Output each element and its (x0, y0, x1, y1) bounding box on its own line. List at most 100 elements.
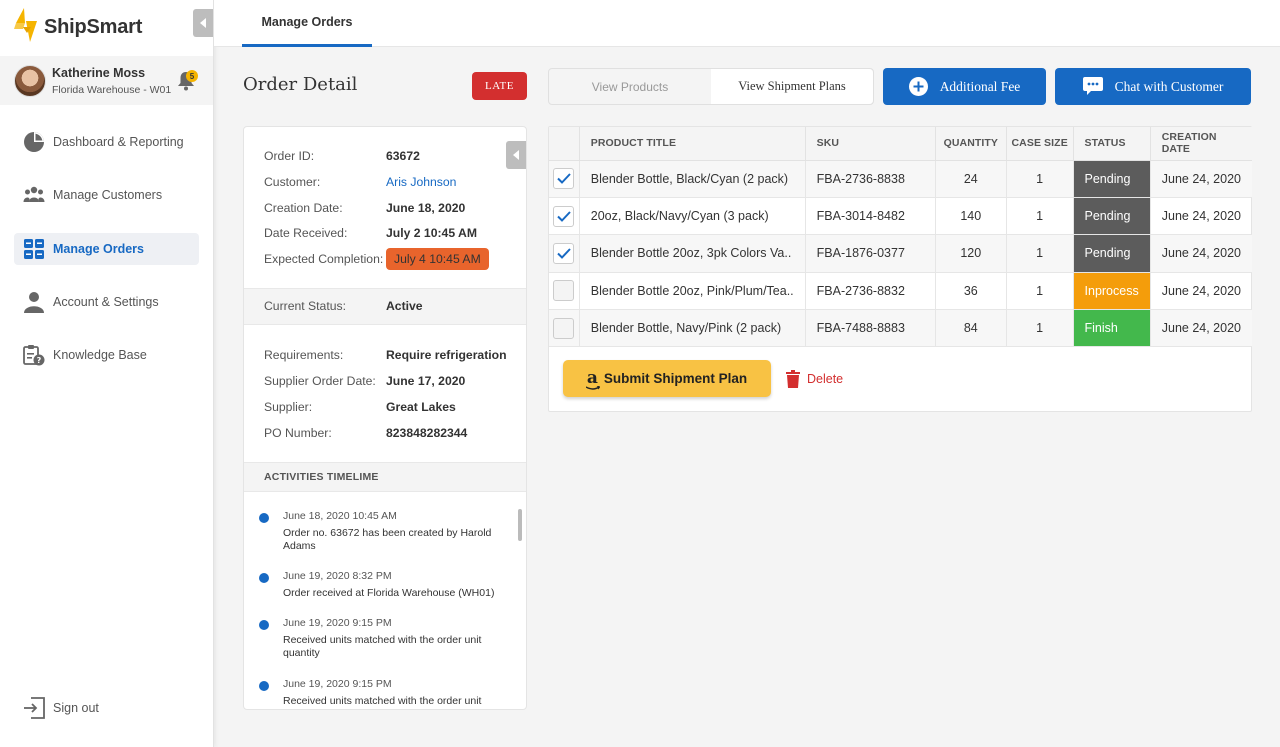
checkmark-icon (557, 173, 571, 185)
sidebar-item-label: Account & Settings (53, 294, 159, 309)
expected-completion-badge: July 4 10:45 AM (386, 248, 489, 270)
timeline-heading: ACTIVITIES TIMELIME (244, 462, 526, 492)
page-title: Order Detail (243, 74, 358, 95)
submit-shipment-plan-label: Submit Shipment Plan (603, 371, 748, 386)
timeline-scrollbar[interactable] (518, 509, 522, 541)
timeline-item: June 19, 2020 8:32 PM Order received at … (259, 570, 499, 600)
chat-with-customer-button[interactable]: Chat with Customer (1055, 68, 1251, 105)
svg-text:?: ? (37, 356, 42, 365)
additional-fee-button[interactable]: Additional Fee (883, 68, 1046, 105)
column-header-case-size[interactable]: CASE SIZE (1006, 127, 1074, 161)
field-current-status: Current Status: Active (264, 299, 423, 313)
card-collapse-button[interactable] (506, 141, 526, 169)
chat-bubble-icon (1082, 77, 1103, 96)
trash-icon (786, 370, 800, 388)
grid-list-icon (23, 238, 45, 260)
row-checkbox[interactable] (553, 317, 575, 339)
row-checkbox[interactable] (553, 205, 575, 227)
user-name: Katherine Moss (52, 65, 146, 80)
sidebar-item-customers[interactable]: Manage Customers (14, 179, 199, 211)
field-requirements: Requirements: Require refrigeration (264, 348, 507, 362)
sidebar-item-dashboard[interactable]: Dashboard & Reporting (14, 126, 199, 158)
sidebar-nav: Dashboard & Reporting Manage Customers M… (14, 126, 199, 392)
column-header-quantity[interactable]: QUANTITY (935, 127, 1007, 161)
table-row[interactable]: Blender Bottle 20oz, Pink/Plum/Tea.. FBA… (549, 272, 1252, 311)
sidebar-item-account[interactable]: Account & Settings (14, 286, 199, 318)
field-supplier: Supplier: Great Lakes (264, 400, 456, 414)
row-checkbox[interactable] (553, 242, 575, 264)
sign-out-label: Sign out (53, 701, 99, 715)
chevron-left-icon (513, 150, 519, 160)
avatar (14, 64, 46, 97)
timeline-dot-icon (259, 513, 269, 523)
delete-label: Delete (807, 372, 844, 386)
timeline-dot-icon (259, 620, 269, 630)
pie-chart-icon (23, 131, 45, 153)
user-profile[interactable]: Katherine Moss Florida Warehouse - W01 5 (0, 56, 213, 105)
sign-out-icon (23, 697, 45, 719)
status-badge: Pending (1073, 197, 1151, 236)
checkmark-icon (557, 248, 571, 259)
user-icon (23, 291, 45, 313)
status-badge: Inprocess (1073, 272, 1151, 311)
late-status-badge: LATE (472, 72, 527, 100)
amazon-logo-icon: a (585, 367, 600, 390)
sidebar: ShipSmart Katherine Moss Florida Warehou… (0, 0, 214, 747)
column-header-product-title[interactable]: PRODUCT TITLE (579, 127, 806, 161)
row-checkbox[interactable] (553, 280, 575, 302)
timeline-item: June 19, 2020 9:15 PM Received units mat… (259, 617, 499, 660)
shipment-products-table: PRODUCT TITLE SKU QUANTITY CASE SIZE STA… (548, 126, 1252, 412)
status-badge: Finish (1073, 309, 1151, 348)
sidebar-item-label: Knowledge Base (53, 348, 147, 363)
field-po-number: PO Number: 823848282344 (264, 426, 468, 440)
field-creation-date: Creation Date: June 18, 2020 (264, 201, 466, 215)
sidebar-item-knowledge-base[interactable]: ? Knowledge Base (14, 339, 199, 371)
sidebar-item-label: Manage Customers (53, 188, 163, 203)
order-id-value: 63672 (386, 149, 420, 163)
chevron-left-icon (200, 18, 206, 28)
sidebar-item-orders[interactable]: Manage Orders (14, 232, 199, 265)
chat-label: Chat with Customer (1114, 78, 1224, 94)
logo[interactable]: ShipSmart (14, 7, 142, 47)
clipboard-question-icon: ? (23, 344, 45, 366)
shipsmart-logo-icon (14, 7, 38, 47)
table-row[interactable]: 20oz, Black/Navy/Cyan (3 pack) FBA-3014-… (549, 197, 1252, 236)
select-column-header (549, 127, 580, 161)
column-header-creation-date[interactable]: CREATION DATE (1150, 127, 1252, 161)
notifications-button[interactable]: 5 (177, 70, 198, 91)
table-row[interactable]: Blender Bottle, Black/Cyan (2 pack) FBA-… (549, 160, 1252, 198)
sidebar-collapse-button[interactable] (193, 9, 213, 37)
activities-timeline[interactable]: June 18, 2020 10:45 AM Order no. 63672 h… (244, 493, 526, 709)
field-customer: Customer: Aris Johnson (264, 175, 457, 189)
top-tab-bar: Manage Orders (214, 0, 1280, 47)
sign-out-button[interactable]: Sign out (23, 697, 99, 719)
view-products-tab[interactable]: View Products (549, 69, 711, 104)
column-header-status[interactable]: STATUS (1073, 127, 1151, 161)
sidebar-item-label: Manage Orders (53, 241, 145, 256)
table-header-row: PRODUCT TITLE SKU QUANTITY CASE SIZE STA… (549, 127, 1252, 161)
customer-link[interactable]: Aris Johnson (386, 175, 456, 189)
additional-fee-label: Additional Fee (939, 78, 1021, 94)
delete-button[interactable]: Delete (786, 370, 843, 388)
sidebar-item-label: Dashboard & Reporting (53, 135, 184, 149)
view-shipment-plans-tab[interactable]: View Shipment Plans (711, 69, 873, 104)
plus-circle-icon (908, 77, 928, 96)
timeline-item: June 19, 2020 9:15 PM Received units mat… (259, 678, 499, 708)
table-row[interactable]: Blender Bottle 20oz, 3pk Colors Va.. FBA… (549, 234, 1252, 273)
checkmark-icon (557, 210, 571, 222)
column-header-sku[interactable]: SKU (805, 127, 936, 161)
field-date-received: Date Received: July 2 10:45 AM (264, 226, 477, 240)
row-checkbox[interactable] (553, 168, 575, 190)
submit-shipment-plan-button[interactable]: a Submit Shipment Plan (563, 360, 771, 397)
timeline-dot-icon (259, 681, 269, 691)
view-toggle: View Products View Shipment Plans (548, 68, 874, 105)
field-expected-completion: Expected Completion: July 4 10:45 AM (264, 248, 489, 270)
timeline-dot-icon (259, 573, 269, 583)
field-order-id: Order ID: 63672 (264, 149, 420, 163)
notification-count-badge: 5 (186, 70, 198, 82)
tab-manage-orders[interactable]: Manage Orders (242, 0, 372, 47)
user-location: Florida Warehouse - W01 (52, 83, 172, 96)
order-info-card: Order ID: 63672 Customer: Aris Johnson C… (243, 126, 527, 710)
table-row[interactable]: Blender Bottle, Navy/Pink (2 pack) FBA-7… (549, 309, 1252, 348)
status-badge: Pending (1073, 234, 1151, 273)
